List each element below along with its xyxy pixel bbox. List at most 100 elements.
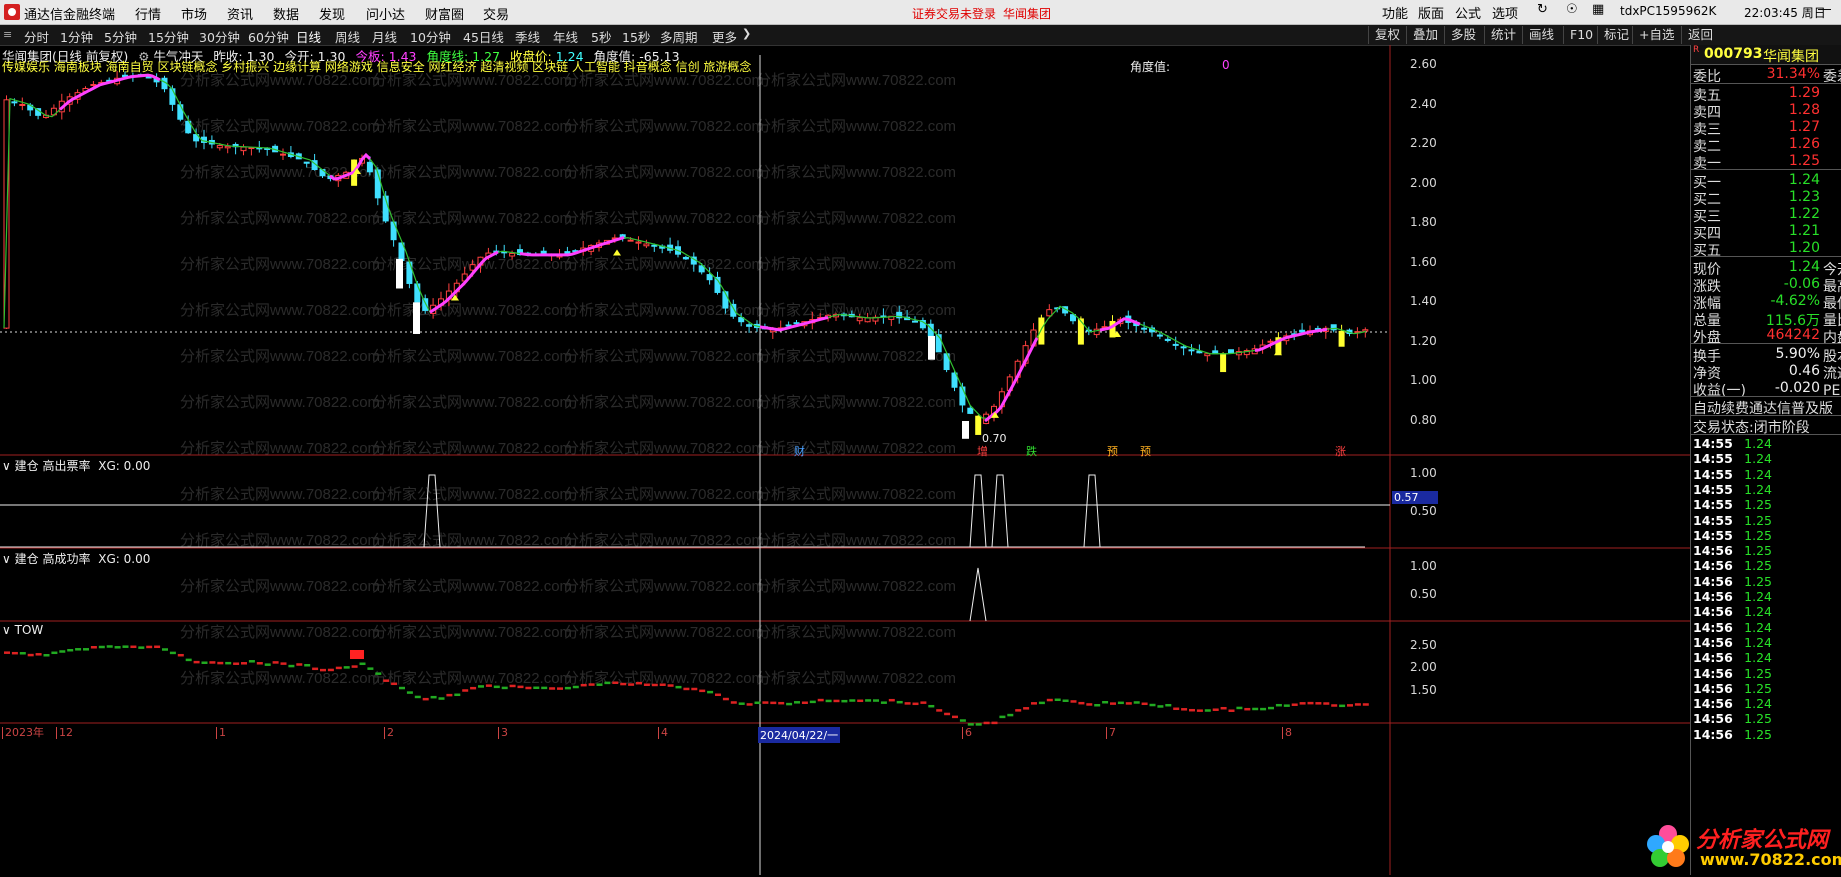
panel2-collapse-icon[interactable]: ∨ xyxy=(2,552,11,566)
event-marker[interactable]: 跌 xyxy=(1026,443,1037,459)
tick-price: 1.24 xyxy=(1744,436,1772,451)
tow-bar xyxy=(794,701,800,704)
tick-price: 1.24 xyxy=(1744,634,1772,650)
menu-item-shuju[interactable]: 数据 xyxy=(273,4,299,23)
status-row: 交易状态:闭市阶段 xyxy=(1691,416,1841,435)
panel3-axis-150: 1.50 xyxy=(1410,683,1437,697)
event-marker[interactable]: 增 xyxy=(977,443,988,459)
menu-xuanxiang[interactable]: 选项 xyxy=(1488,3,1522,22)
period-multi[interactable]: 多周期 xyxy=(660,27,698,46)
panel3-collapse-icon[interactable]: ∨ xyxy=(2,623,11,637)
menu-item-faxian[interactable]: 发现 xyxy=(319,4,345,23)
stat-row-0-value: 1.24 xyxy=(1788,259,1820,275)
tow-bar xyxy=(683,687,690,691)
price-tick: 2.40 xyxy=(1410,96,1437,111)
period-5sec[interactable]: 5秒 xyxy=(591,27,611,46)
tow-bar xyxy=(351,665,358,668)
tick-time: 14:56 xyxy=(1693,650,1733,666)
menu-item-shichang[interactable]: 市场 xyxy=(181,4,207,23)
notice-row[interactable]: 自动续费通达信普及版 xyxy=(1691,397,1841,416)
refresh-icon[interactable]: ↻ xyxy=(1533,2,1552,17)
menu-item-wenxiaoda[interactable]: 问小达 xyxy=(366,4,405,23)
menu-gongshi[interactable]: 公式 xyxy=(1451,3,1485,22)
trade-login-warning[interactable]: 证券交易未登录 xyxy=(912,5,996,22)
toolbar-huaxian[interactable]: 画线 xyxy=(1522,26,1560,44)
tow-bar xyxy=(304,664,311,667)
watermark-text: 分析家公式网www.70822.com xyxy=(756,256,956,273)
tick-time: 14:56 xyxy=(1693,619,1733,635)
price-tick: 2.20 xyxy=(1410,136,1437,150)
tow-bar xyxy=(636,681,642,685)
menu-banmian[interactable]: 版面 xyxy=(1414,3,1448,22)
toolbar-tongji[interactable]: 统计 xyxy=(1484,26,1522,44)
period-more[interactable]: 更多 xyxy=(712,27,737,46)
period-15min[interactable]: 15分钟 xyxy=(148,27,189,46)
notice-text[interactable]: 自动续费通达信普及版 xyxy=(1693,398,1833,416)
toolbar-diejia[interactable]: 叠加 xyxy=(1406,26,1444,44)
toolbar-duogu[interactable]: 多股 xyxy=(1444,26,1482,44)
tow-bar xyxy=(296,663,303,666)
toolbar-fuquan[interactable]: 复权 xyxy=(1368,26,1406,44)
pin-icon[interactable]: ☉ xyxy=(1562,2,1582,17)
watermark-text: 分析家公式网www.70822.com xyxy=(756,210,956,227)
collapse-left-icon[interactable]: ≡ xyxy=(3,28,12,41)
toolbar-biaoji[interactable]: 标记 xyxy=(1597,26,1635,44)
price-tick: 2.00 xyxy=(1410,175,1437,190)
watermark-text: 分析家公式网www.70822.com xyxy=(372,394,572,411)
menu-gongneng[interactable]: 功能 xyxy=(1378,3,1412,22)
grid-icon[interactable]: ▦ xyxy=(1588,2,1608,17)
menu-item-caifuquan[interactable]: 财富圈 xyxy=(425,4,464,23)
tow-bar xyxy=(114,646,121,649)
menu-item-hangqing[interactable]: 行情 xyxy=(135,4,161,23)
event-marker[interactable]: 涨 xyxy=(1335,443,1346,459)
tow-bar xyxy=(517,685,524,689)
period-daily[interactable]: 日线 xyxy=(296,27,321,46)
period-fenshi[interactable]: 分时 xyxy=(24,27,49,46)
period-15sec[interactable]: 15秒 xyxy=(622,27,650,46)
tow-bar xyxy=(1299,702,1306,705)
watermark-text: 分析家公式网www.70822.com xyxy=(564,578,764,595)
tow-bar xyxy=(462,689,469,692)
event-marker[interactable]: 财 xyxy=(794,443,805,459)
tow-bar xyxy=(280,662,287,665)
period-30min[interactable]: 30分钟 xyxy=(199,27,240,46)
price-tick: 1.80 xyxy=(1410,215,1437,229)
date-tick: 3 xyxy=(498,727,508,739)
tow-bar xyxy=(485,684,492,687)
period-weekly[interactable]: 周线 xyxy=(335,27,360,46)
event-marker[interactable]: 预 xyxy=(1107,443,1118,459)
tow-bar xyxy=(525,686,532,690)
panel1-collapse-icon[interactable]: ∨ xyxy=(2,459,11,473)
tow-bar xyxy=(1046,698,1053,702)
period-10min[interactable]: 10分钟 xyxy=(410,27,451,46)
minimize-icon[interactable]: ― xyxy=(1814,2,1835,17)
kline-chart-area[interactable]: 分析家公式网www.70822.com 分析家公式网www.70822.com 分析… xyxy=(0,45,1690,875)
toolbar-f10[interactable]: F10 xyxy=(1563,26,1599,44)
tow-bar xyxy=(770,701,777,705)
period-year[interactable]: 年线 xyxy=(553,27,578,46)
period-monthly[interactable]: 月线 xyxy=(372,27,397,46)
event-marker[interactable]: 预 xyxy=(1140,443,1151,459)
tow-bar xyxy=(209,661,216,664)
tow-bar xyxy=(896,700,903,704)
period-5min[interactable]: 5分钟 xyxy=(104,27,137,46)
tow-bar xyxy=(564,686,571,690)
tow-bar xyxy=(193,660,200,664)
price-tick: 1.20 xyxy=(1410,333,1437,348)
candle-body xyxy=(635,241,642,244)
tick-row: 14:56 1.25 xyxy=(1691,542,1841,558)
period-60min[interactable]: 60分钟 xyxy=(248,27,289,46)
stat-row-4-value: 464242 xyxy=(1766,327,1820,343)
tow-bar xyxy=(43,654,50,657)
menu-item-jiaoyi[interactable]: 交易 xyxy=(483,4,509,23)
tow-bar xyxy=(659,683,666,686)
more-arrow-icon[interactable]: ❯ xyxy=(742,27,751,40)
signal-spike xyxy=(969,474,987,548)
menu-item-zixun[interactable]: 资讯 xyxy=(227,4,253,23)
tow-bar xyxy=(272,661,279,664)
period-45day[interactable]: 45日线 xyxy=(463,27,504,46)
toolbar-add-favorite[interactable]: +自选 xyxy=(1632,26,1680,44)
period-1min[interactable]: 1分钟 xyxy=(60,27,93,46)
toolbar-back[interactable]: 返回 xyxy=(1681,26,1719,44)
period-quarter[interactable]: 季线 xyxy=(515,27,540,46)
